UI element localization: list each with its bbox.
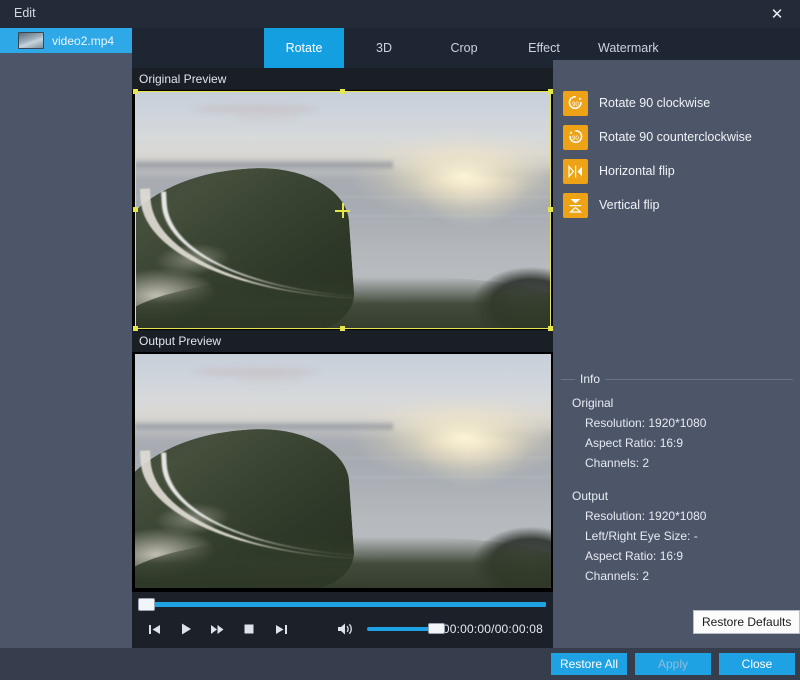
output-preview-stage[interactable]: [132, 352, 553, 592]
tab-rotate[interactable]: Rotate: [264, 28, 344, 68]
output-preview-label: Output Preview: [132, 330, 553, 352]
fast-forward-icon[interactable]: [205, 616, 231, 642]
restore-all-button[interactable]: Restore All: [551, 653, 627, 675]
file-list-sidebar: [0, 53, 132, 648]
transport-bar: 00:00:00/00:00:08: [132, 592, 553, 648]
footer-bar: Restore All Apply Close: [0, 648, 800, 680]
apply-button[interactable]: Apply: [635, 653, 711, 675]
restore-defaults-button[interactable]: Restore Defaults: [693, 610, 800, 634]
info-output-eye-size: Left/Right Eye Size: -: [561, 526, 793, 546]
skip-forward-icon[interactable]: [268, 616, 294, 642]
option-rotate-counterclockwise[interactable]: 90 Rotate 90 counterclockwise: [563, 120, 793, 154]
option-rotate-clockwise-label: Rotate 90 clockwise: [599, 96, 710, 110]
option-vertical-flip-label: Vertical flip: [599, 198, 659, 212]
original-preview-stage[interactable]: [132, 90, 553, 330]
playback-controls: 00:00:00/00:00:08: [132, 615, 553, 643]
cloud-streak: [235, 114, 302, 119]
volume-handle[interactable]: [428, 623, 445, 634]
close-button[interactable]: Close: [719, 653, 795, 675]
option-vertical-flip[interactable]: Vertical flip: [563, 188, 793, 222]
video-thumbnail: [18, 32, 44, 49]
skip-back-icon[interactable]: [142, 616, 168, 642]
tab-rotate-label: Rotate: [286, 41, 323, 55]
rotate-clockwise-icon: 90: [563, 91, 588, 116]
tab-effect-label: Effect: [528, 41, 560, 55]
title-bar: Edit ✕: [0, 0, 800, 28]
volume-slider[interactable]: [367, 627, 443, 631]
output-preview-image: [135, 354, 551, 588]
seek-slider[interactable]: [138, 598, 546, 611]
option-horizontal-flip[interactable]: Horizontal flip: [563, 154, 793, 188]
info-original-resolution: Resolution: 1920*1080: [561, 413, 793, 433]
rotate-options-list: 90 Rotate 90 clockwise 90 Rotate 90 coun…: [563, 86, 793, 222]
window-title: Edit: [14, 6, 36, 20]
info-legend-row: Info: [561, 372, 793, 387]
info-body: Original Resolution: 1920*1080 Aspect Ra…: [561, 387, 793, 586]
close-icon[interactable]: ✕: [754, 0, 800, 28]
info-group: Info Original Resolution: 1920*1080 Aspe…: [561, 372, 793, 586]
horizontal-flip-icon: [563, 159, 588, 184]
play-icon[interactable]: [174, 616, 200, 642]
original-preview-label: Original Preview: [132, 68, 553, 90]
tab-3d-label: 3D: [376, 41, 392, 55]
cloud-streak: [193, 105, 318, 113]
edit-window: Edit ✕ Rotate 3D Crop Effect Watermark v…: [0, 0, 800, 680]
info-original-channels: Channels: 2: [561, 453, 793, 473]
option-rotate-counterclockwise-label: Rotate 90 counterclockwise: [599, 130, 752, 144]
info-legend: Info: [575, 372, 605, 386]
cloud-streak: [193, 368, 318, 375]
rotate-counterclockwise-icon: 90: [563, 125, 588, 150]
preview-column: Original Preview: [132, 68, 553, 648]
info-output-aspect-ratio: Aspect Ratio: 16:9: [561, 546, 793, 566]
volume-control: [332, 616, 443, 642]
info-output-resolution: Resolution: 1920*1080: [561, 506, 793, 526]
option-rotate-clockwise[interactable]: 90 Rotate 90 clockwise: [563, 86, 793, 120]
original-preview-image: [135, 91, 551, 329]
seek-handle[interactable]: [138, 598, 155, 611]
info-spacer: [561, 473, 793, 486]
tab-crop-label: Crop: [450, 41, 477, 55]
info-output-channels: Channels: 2: [561, 566, 793, 586]
tab-crop[interactable]: Crop: [424, 28, 504, 68]
vertical-flip-icon: [563, 193, 588, 218]
file-item-video2[interactable]: video2.mp4: [0, 28, 132, 53]
info-original-heading: Original: [561, 393, 793, 413]
svg-text:90: 90: [572, 136, 579, 142]
stop-icon[interactable]: [237, 616, 263, 642]
seek-track[interactable]: [138, 602, 546, 607]
volume-icon[interactable]: [332, 616, 358, 642]
info-original-aspect-ratio: Aspect Ratio: 16:9: [561, 433, 793, 453]
file-name-label: video2.mp4: [52, 34, 114, 48]
svg-text:90: 90: [572, 102, 579, 108]
option-horizontal-flip-label: Horizontal flip: [599, 164, 675, 178]
info-output-heading: Output: [561, 486, 793, 506]
tab-3d[interactable]: 3D: [344, 28, 424, 68]
tab-watermark-label: Watermark: [598, 41, 659, 55]
timecode-label: 00:00:00/00:00:08: [443, 622, 543, 636]
options-panel: 90 Rotate 90 clockwise 90 Rotate 90 coun…: [553, 60, 800, 648]
cloud-streak: [235, 376, 302, 381]
